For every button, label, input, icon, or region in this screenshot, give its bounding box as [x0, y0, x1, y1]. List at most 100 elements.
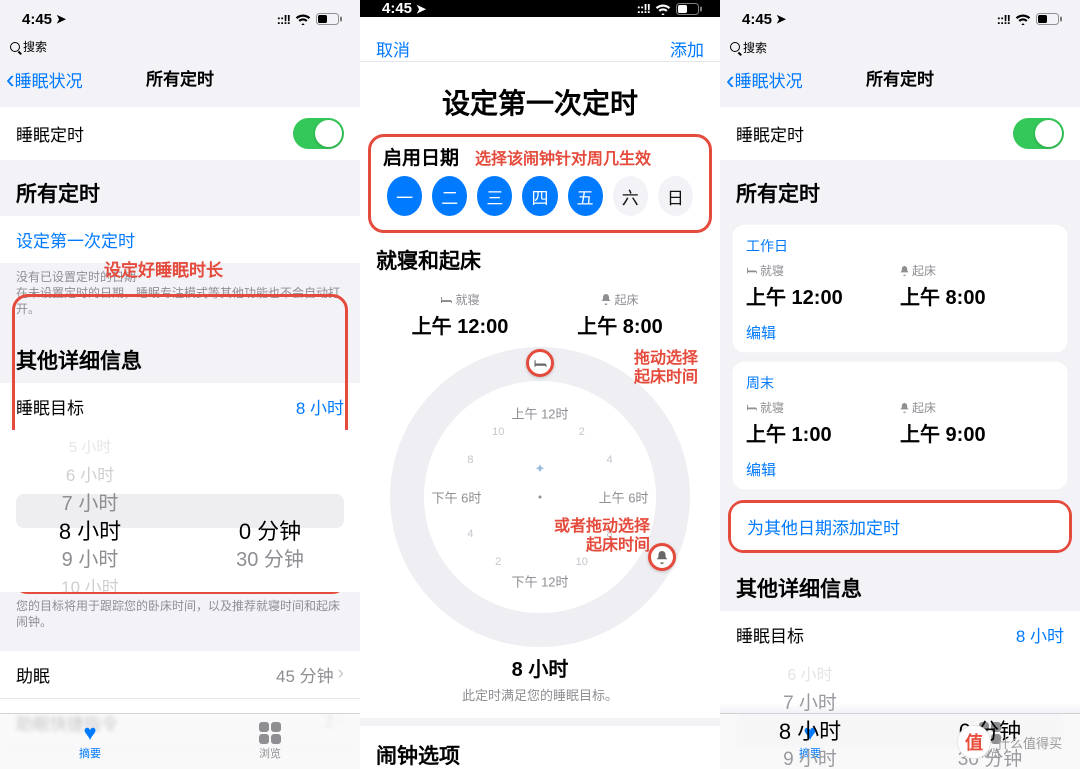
- chevron-right-icon: ›: [338, 663, 344, 685]
- bed-icon: [440, 295, 452, 305]
- bedtime-value: 上午 12:00: [380, 308, 540, 339]
- edit-button[interactable]: 编辑: [746, 318, 1054, 343]
- annotation-drag-wake: 或者拖动选择起床时间: [554, 517, 650, 555]
- screen-2: 4:45 ➤ ::!! 搜索 取消 添加 设定第一次定时 启用日期 选择该闹钟针对…: [360, 0, 720, 769]
- day-wed[interactable]: 三: [477, 176, 512, 216]
- status-bar: 4:45 ➤ ::!!: [720, 0, 1080, 39]
- day-fri[interactable]: 五: [568, 176, 603, 216]
- day-sun[interactable]: 日: [658, 176, 693, 216]
- chevron-left-icon: ‹: [6, 66, 15, 92]
- bedtime-value: 上午 12:00: [746, 279, 900, 310]
- day-sat[interactable]: 六: [613, 176, 648, 216]
- bedtime-value: 上午 1:00: [746, 416, 900, 447]
- status-icons: ::!!: [637, 1, 702, 16]
- location-icon: ➤: [56, 12, 66, 26]
- schedule-card-weekend: 周末 就寝 上午 1:00 起床 上午 9:00 编辑: [732, 361, 1068, 490]
- wake-value: 上午 9:00: [900, 416, 1054, 447]
- status-icons: ::!!: [997, 12, 1062, 27]
- goal-label: 睡眠目标: [736, 622, 804, 647]
- nav-title: 所有定时: [866, 65, 934, 90]
- sleep-goal-row[interactable]: 睡眠目标 8 小时: [720, 611, 1080, 658]
- day-thu[interactable]: 四: [522, 176, 557, 216]
- page-title: 设定第一次定时: [360, 62, 720, 134]
- wind-down-row[interactable]: 助眠 45 分钟›: [0, 651, 360, 698]
- section-bed-wake: 就寝和起床: [360, 235, 720, 283]
- footer-goal: 您的目标将用于跟踪您的卧床时间，以及推荐就寝时间和起床闹钟。: [0, 592, 360, 640]
- section-all-schedules: 所有定时: [720, 160, 1080, 216]
- sleep-schedule-toggle-row: 睡眠定时: [0, 107, 360, 160]
- location-icon: ➤: [416, 2, 426, 16]
- sleep-schedule-toggle[interactable]: [1013, 118, 1064, 149]
- back-search[interactable]: 搜索: [0, 38, 360, 57]
- location-icon: ➤: [776, 12, 786, 26]
- annotation-set-duration: 设定好睡眠时长: [104, 256, 223, 281]
- modal-nav: 取消 添加: [360, 36, 720, 62]
- bell-icon: [900, 403, 909, 413]
- back-search[interactable]: 搜索: [720, 39, 1080, 58]
- annotation-frame-add-other: 为其他日期添加定时: [728, 500, 1072, 553]
- annotation-frame-days: 启用日期 选择该闹钟针对周几生效 一 二 三 四 五 六 日: [368, 134, 712, 233]
- status-time: 4:45: [382, 0, 412, 17]
- day-tue[interactable]: 二: [432, 176, 467, 216]
- watermark: 值 什么值得买: [957, 725, 1062, 759]
- bell-icon: [656, 551, 668, 564]
- signal-icon: ::!!: [277, 12, 290, 27]
- status-icons: ::!!: [277, 12, 342, 27]
- bed-icon: [746, 403, 757, 412]
- goal-value: 8 小时: [1016, 622, 1064, 647]
- schedule-readout: 就寝 上午 12:00 起床 上午 8:00: [360, 283, 720, 341]
- back-search[interactable]: 搜索: [360, 17, 720, 36]
- add-schedule-other-days[interactable]: 为其他日期添加定时: [731, 503, 1069, 550]
- sleep-goal-row[interactable]: 睡眠目标 8 小时: [0, 383, 360, 430]
- add-button[interactable]: 添加: [670, 36, 704, 61]
- tab-browse[interactable]: 浏览: [180, 714, 360, 769]
- wifi-icon: [655, 3, 671, 15]
- bell-icon: [900, 266, 909, 276]
- goal-picker[interactable]: 5 小时 6 小时 7 小时 8 小时0 分钟 9 小时30 分钟 10 小时 …: [0, 430, 360, 592]
- goal-label: 睡眠目标: [16, 394, 84, 419]
- wake-knob[interactable]: [648, 543, 676, 571]
- bell-icon: [601, 294, 611, 305]
- nav-title: 所有定时: [146, 65, 214, 90]
- tab-summary[interactable]: ♥摘要: [0, 714, 180, 769]
- sleep-schedule-toggle[interactable]: [293, 118, 344, 149]
- chevron-left-icon: ‹: [726, 67, 735, 93]
- section-active-days: 启用日期: [383, 143, 459, 170]
- bedtime-knob[interactable]: [526, 349, 554, 377]
- search-icon: [730, 42, 740, 52]
- tab-bar: ♥摘要 浏览: [0, 713, 360, 769]
- bed-icon: [746, 266, 757, 275]
- bed-icon: [533, 358, 547, 369]
- section-other-details: 其他详细信息: [0, 327, 360, 383]
- screen-1: 4:45➤ ::!! 搜索 ‹睡眠状况 所有定时 睡眠定时 所有定时 设定第一次…: [0, 0, 360, 769]
- search-icon: [370, 21, 380, 31]
- signal-icon: ::!!: [637, 1, 650, 16]
- section-all-schedules: 所有定时: [0, 160, 360, 216]
- section-other-details: 其他详细信息: [720, 555, 1080, 611]
- schedule-card-weekday: 工作日 就寝 上午 12:00 起床 上午 8:00 编辑: [732, 224, 1068, 353]
- toggle-label: 睡眠定时: [16, 121, 84, 146]
- annotation-drag-bed: 拖动选择起床时间: [634, 349, 698, 387]
- wake-value: 上午 8:00: [540, 308, 700, 339]
- battery-icon: [676, 3, 702, 15]
- battery-icon: [1036, 13, 1062, 25]
- wifi-icon: [1015, 13, 1031, 25]
- section-alarm-options: 闹钟选项: [360, 726, 720, 769]
- edit-button[interactable]: 编辑: [746, 455, 1054, 480]
- status-time: 4:45: [22, 11, 52, 28]
- search-icon: [10, 42, 20, 52]
- goal-value: 8 小时: [296, 394, 344, 419]
- status-time: 4:45: [742, 11, 772, 28]
- dial-summary: 8 小时 此定时满足您的睡眠目标。: [360, 649, 720, 718]
- stars-icon: ✦: [535, 461, 546, 477]
- days-picker: 一 二 三 四 五 六 日: [373, 170, 707, 228]
- annotation-days: 选择该闹钟针对周几生效: [475, 145, 651, 169]
- cancel-button[interactable]: 取消: [376, 36, 410, 61]
- day-mon[interactable]: 一: [387, 176, 422, 216]
- back-button[interactable]: ‹睡眠状况: [6, 57, 83, 101]
- card-title: 周末: [746, 373, 1054, 397]
- sleep-schedule-toggle-row: 睡眠定时: [720, 107, 1080, 160]
- back-button[interactable]: ‹睡眠状况: [726, 58, 803, 102]
- wake-value: 上午 8:00: [900, 279, 1054, 310]
- time-dial[interactable]: 上午 12时 上午 6时 下午 12时 下午 6时 2 4 8 10 2 4 8…: [360, 341, 720, 649]
